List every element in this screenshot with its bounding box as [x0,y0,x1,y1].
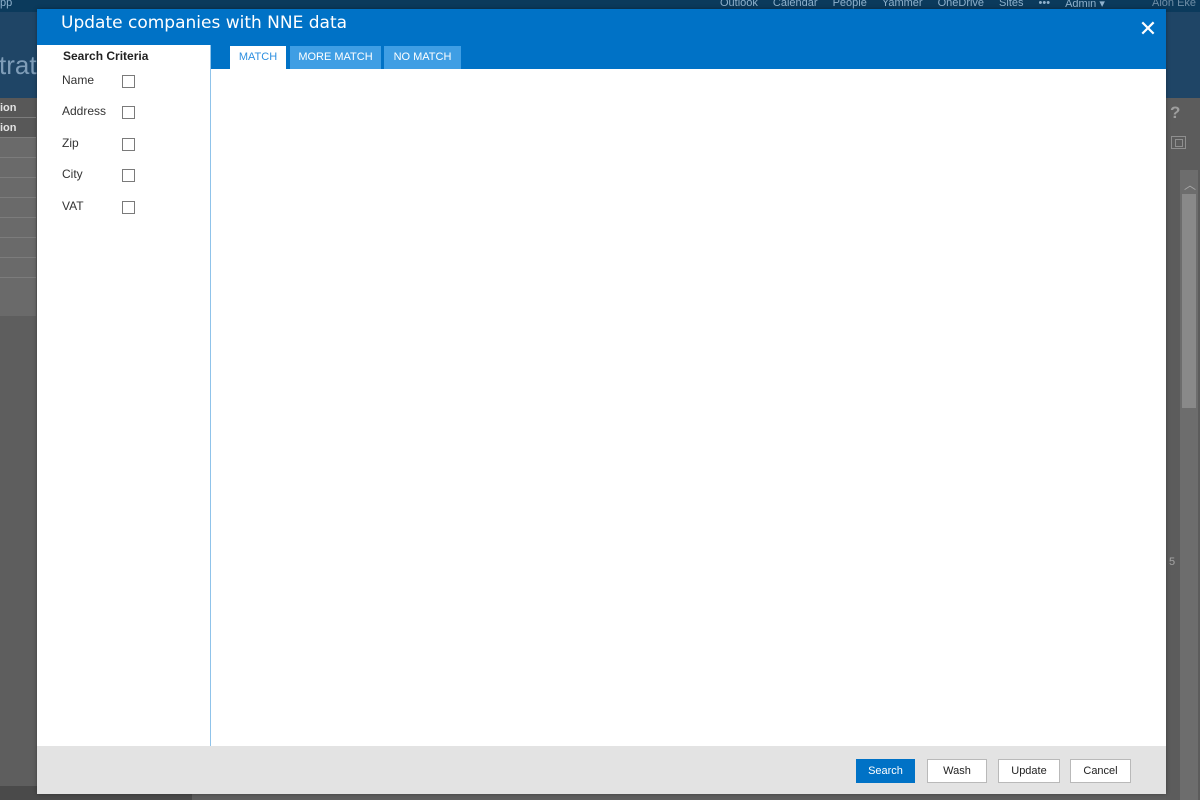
search-button[interactable]: Search [856,759,915,783]
focus-mode-icon[interactable] [1171,136,1186,149]
user-name-fragment[interactable]: Alon Eke [1152,0,1196,9]
background-list-row [0,158,36,178]
zip-checkbox[interactable] [122,138,135,151]
criteria-row-name: Name [62,73,202,93]
tab-more-match[interactable]: MORE MATCH [290,46,381,69]
background-list-row: ion [0,98,36,118]
page-title-fragment: strat [0,50,37,80]
criteria-row-zip: Zip [62,136,202,156]
address-checkbox[interactable] [122,106,135,119]
vat-checkbox[interactable] [122,201,135,214]
results-content-area [212,69,1166,746]
search-criteria-panel: Search Criteria Name Address Zip City VA… [37,45,211,767]
background-right-rail: ? ︿ 5 [1166,98,1200,800]
chevron-up-icon[interactable]: ︿ [1184,176,1196,193]
background-list-row [0,138,36,158]
tab-no-match[interactable]: NO MATCH [384,46,461,69]
wash-button[interactable]: Wash [927,759,987,783]
background-list-row [0,218,36,238]
cancel-button[interactable]: Cancel [1070,759,1131,783]
tab-match[interactable]: MATCH [230,46,286,69]
criteria-row-address: Address [62,104,202,124]
background-list-row: ion [0,118,36,138]
update-companies-dialog: Update companies with NNE data ✕ Search … [37,9,1166,794]
criteria-label-vat: VAT [62,199,84,213]
scrollbar-thumb[interactable] [1182,194,1196,408]
background-list-row [0,178,36,198]
criteria-label-name: Name [62,73,95,87]
background-list-row [0,198,36,218]
search-criteria-heading: Search Criteria [63,49,149,63]
update-button[interactable]: Update [998,759,1060,783]
dialog-title: Update companies with NNE data [61,13,348,33]
name-checkbox[interactable] [122,75,135,88]
background-scrollbar[interactable]: ︿ [1180,170,1198,800]
dialog-footer: Search Wash Update Cancel [37,746,1166,794]
background-number: 5 [1169,556,1176,568]
close-icon[interactable]: ✕ [1138,18,1158,40]
criteria-row-vat: VAT [62,199,202,219]
city-checkbox[interactable] [122,169,135,182]
background-list-row [0,238,36,258]
criteria-label-city: City [62,167,83,181]
question-icon[interactable]: ? [1170,103,1180,123]
app-name-fragment: pp [0,0,13,9]
criteria-row-city: City [62,167,202,187]
background-left-list: ion ion [0,98,36,316]
criteria-label-zip: Zip [62,136,79,150]
background-list-row [0,258,36,278]
criteria-label-address: Address [62,104,107,118]
